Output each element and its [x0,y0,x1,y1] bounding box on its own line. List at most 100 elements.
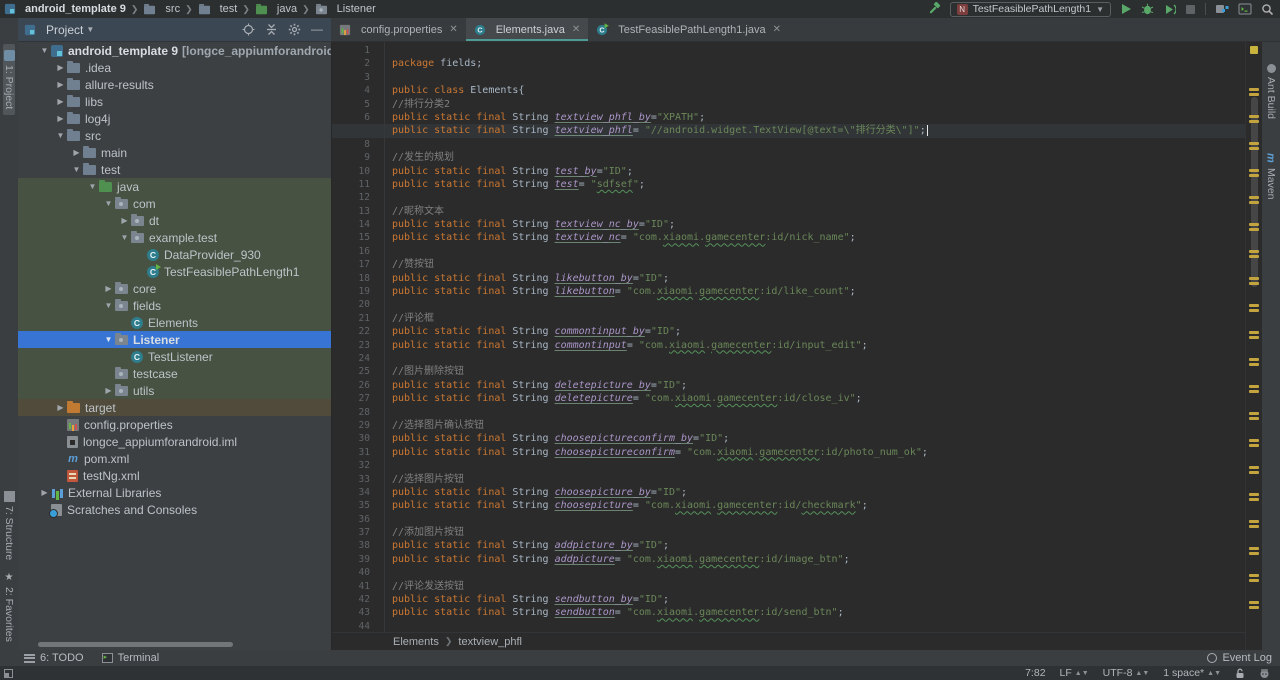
code-line[interactable] [384,71,1245,84]
status-7-82[interactable]: 7:82 [1025,667,1045,679]
run-with-coverage-button[interactable] [1163,3,1176,16]
tree-item-android-template-9[interactable]: ▼android_template 9[longce_appiumforandr… [18,42,331,59]
tree-item-pom-xml[interactable]: pom.xml [18,450,331,467]
status-1-space[interactable]: 1 space*▲▼ [1163,667,1221,679]
editor-breadcrumb-item[interactable]: textview_phfl [458,636,522,648]
collapse-all-icon[interactable] [265,23,278,36]
warning-stripe-mark[interactable] [1249,493,1259,496]
warning-stripe-mark[interactable] [1249,277,1259,280]
warning-stripe-mark[interactable] [1249,520,1259,523]
warning-stripe-mark[interactable] [1249,196,1259,199]
status-lf[interactable]: LF▲▼ [1060,667,1089,679]
tab-elements-java[interactable]: Elements.java✕ [466,18,588,41]
code-line[interactable]: public static final String sendbutton_by… [384,593,1245,606]
code-line[interactable]: public static final String textview_nc= … [384,231,1245,244]
code-line[interactable] [384,459,1245,472]
toolwindow-button-1-project[interactable]: 1: Project [3,44,15,115]
breadcrumb-item-listener[interactable]: Listener [315,3,376,15]
chevron-down-icon[interactable]: ▼ [118,233,131,242]
code-line[interactable] [384,352,1245,365]
chevron-down-icon[interactable]: ▼ [70,165,83,174]
code-line[interactable]: public static final String likebutton_by… [384,272,1245,285]
editor-breadcrumb-item[interactable]: Elements [393,636,439,648]
toolwindow-button-2-favorites[interactable]: ★2: Favorites [3,566,15,648]
code-line[interactable]: public static final String deletepicture… [384,392,1245,405]
tab-config-properties[interactable]: config.properties✕ [331,18,466,41]
tree-item-test[interactable]: ▼test [18,161,331,178]
code-line[interactable]: public static final String choosepicture… [384,432,1245,445]
tree-item-elements[interactable]: Elements [18,314,331,331]
warning-stripe-mark[interactable] [1249,250,1259,253]
code-line[interactable] [384,191,1245,204]
code-line[interactable]: //选择图片确认按钮 [384,419,1245,432]
chevron-right-icon[interactable]: ▶ [118,216,131,225]
tree-item-core[interactable]: ▶core [18,280,331,297]
tree-item-external-libraries[interactable]: ▶External Libraries [18,484,331,501]
warning-stripe-mark[interactable] [1249,169,1259,172]
code-line[interactable] [384,138,1245,151]
tree-item-libs[interactable]: ▶libs [18,93,331,110]
code-line[interactable]: public static final String likebutton= "… [384,285,1245,298]
warning-stripe-mark[interactable] [1249,412,1259,415]
scrollbar-thumb[interactable] [1251,97,1258,287]
status-utf-8[interactable]: UTF-8▲▼ [1103,667,1150,679]
close-icon[interactable]: ✕ [773,24,781,35]
tree-item-example-test[interactable]: ▼example.test [18,229,331,246]
warning-stripe-mark[interactable] [1249,115,1259,118]
code-line[interactable]: //赞按钮 [384,258,1245,271]
code-line[interactable]: public static final String addpicture= "… [384,553,1245,566]
close-icon[interactable]: ✕ [572,24,580,35]
code-line[interactable] [384,298,1245,311]
code-line[interactable]: public static final String sendbutton= "… [384,606,1245,619]
warning-stripe-mark[interactable] [1249,358,1259,361]
chevron-right-icon[interactable]: ▶ [102,386,115,395]
lock-icon[interactable] [1235,668,1245,679]
error-stripe-scrollbar[interactable] [1245,42,1262,650]
breadcrumb-item-test[interactable]: test [198,3,238,15]
code-line[interactable]: //图片删除按钮 [384,365,1245,378]
code-line[interactable]: public static final String addpicture_by… [384,539,1245,552]
stop-button[interactable] [1185,4,1196,15]
event-log-button[interactable]: Event Log [1207,652,1272,664]
tree-item-src[interactable]: ▼src [18,127,331,144]
tree-item-com[interactable]: ▼com [18,195,331,212]
toolwindow-button-7-structure[interactable]: 7: Structure [3,485,15,566]
tree-item-target[interactable]: ▶target [18,399,331,416]
highlighting-level-icon[interactable] [1259,668,1270,679]
toolwindow-button-ant-build[interactable]: Ant Build [1265,58,1277,125]
chevron-down-icon[interactable]: ▼ [54,131,67,140]
code-line[interactable]: public static final String test_by="ID"; [384,165,1245,178]
tree-item-longce-appiumforandroid-iml[interactable]: longce_appiumforandroid.iml [18,433,331,450]
chevron-down-icon[interactable]: ▼ [102,335,115,344]
chevron-down-icon[interactable]: ▼ [86,25,94,34]
project-panel-title[interactable]: Project [46,23,83,37]
warning-stripe-mark[interactable] [1249,223,1259,226]
todo-toolwindow-button[interactable]: 6: TODO [24,652,84,664]
code-line[interactable]: //昵称文本 [384,205,1245,218]
debug-button[interactable] [1141,3,1154,16]
chevron-right-icon[interactable]: ▶ [54,63,67,72]
code-line[interactable]: public static final String choosepicture… [384,499,1245,512]
breadcrumb-item-src[interactable]: src [143,3,180,15]
code-line[interactable]: public static final String choosepicture… [384,446,1245,459]
tree-item-main[interactable]: ▶main [18,144,331,161]
tree-item-testcase[interactable]: testcase [18,365,331,382]
tab-testfeasiblepathlength1-java[interactable]: TestFeasiblePathLength1.java✕ [588,18,789,41]
code-line[interactable]: public static final String commontinput_… [384,325,1245,338]
tree-item-dataprovider-930[interactable]: DataProvider_930 [18,246,331,263]
tree-item-fields[interactable]: ▼fields [18,297,331,314]
tree-item-listener[interactable]: ▼Listener [18,331,331,348]
warning-stripe-mark[interactable] [1249,142,1259,145]
breadcrumb-item-android-template-9[interactable]: android_template 9 [4,3,126,15]
chevron-right-icon[interactable]: ▶ [54,97,67,106]
tree-item-allure-results[interactable]: ▶allure-results [18,76,331,93]
code-line[interactable]: public static final String textview_phfl… [332,124,1245,137]
code-line[interactable] [384,620,1245,632]
warning-stripe-mark[interactable] [1249,88,1259,91]
tree-item-testlistener[interactable]: TestListener [18,348,331,365]
warning-stripe-mark[interactable] [1249,574,1259,577]
tree-item-log4j[interactable]: ▶log4j [18,110,331,127]
hide-panel-icon[interactable]: — [311,23,323,36]
search-everywhere-icon[interactable] [1261,3,1274,16]
code-line[interactable]: //排行分类2 [384,98,1245,111]
